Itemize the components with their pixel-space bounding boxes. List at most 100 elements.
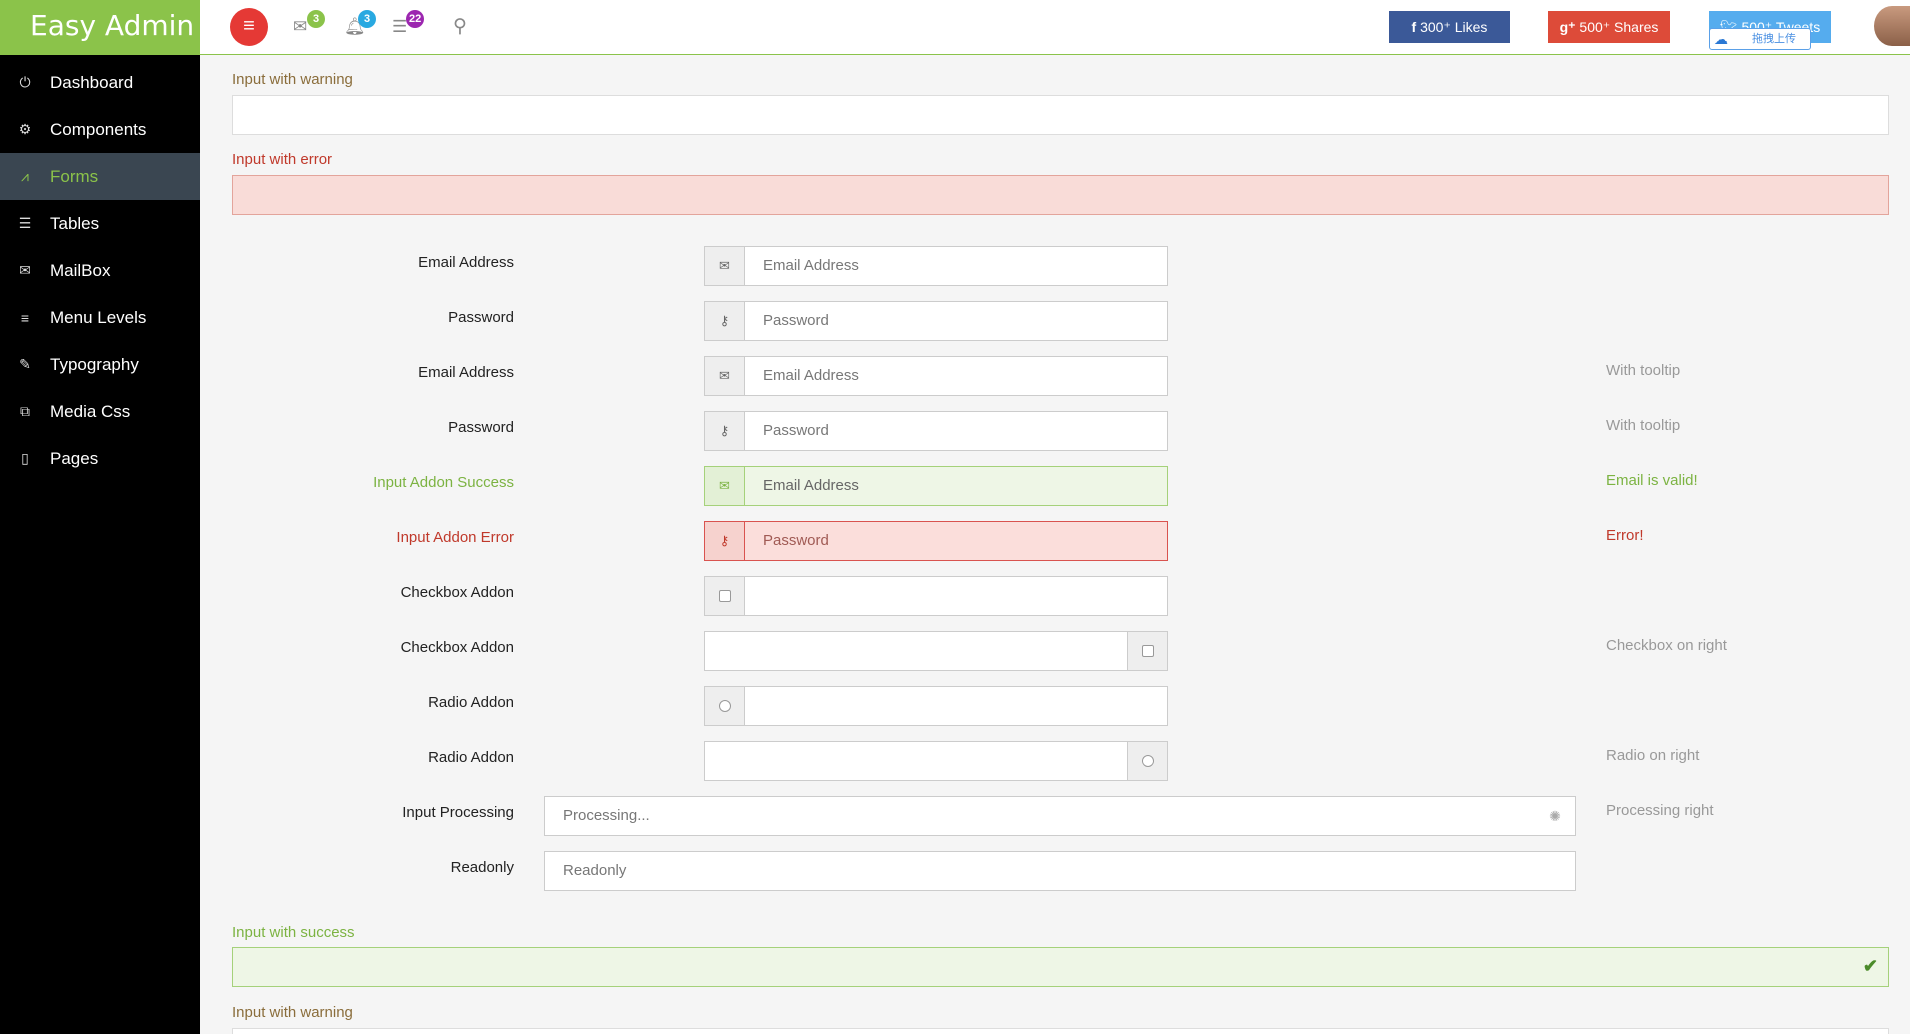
- facebook-likes-label: 300⁺ Likes: [1420, 19, 1488, 35]
- sidebar-item-tables[interactable]: ☰ Tables: [0, 200, 200, 247]
- warning-input[interactable]: [232, 95, 1889, 135]
- radio-addon-input[interactable]: [705, 742, 1127, 780]
- checkbox-addon-group: [704, 576, 1168, 616]
- password-label: Password: [448, 309, 514, 326]
- facebook-likes-button[interactable]: f 300⁺ Likes: [1389, 11, 1510, 43]
- envelope-icon: ✉: [19, 262, 31, 278]
- avatar[interactable]: [1874, 6, 1910, 46]
- processing-help-text: Processing right: [1606, 802, 1714, 819]
- checkbox-addon[interactable]: [705, 577, 745, 615]
- sidebar-item-label: MailBox: [50, 260, 111, 280]
- password-field[interactable]: Password: [745, 302, 1167, 340]
- success-input[interactable]: ✔: [232, 947, 1889, 987]
- key-icon: ⚷: [705, 522, 745, 560]
- processing-input[interactable]: Processing...: [545, 797, 1535, 835]
- password-input-group-tooltip[interactable]: ⚷ Password: [704, 411, 1168, 451]
- checkbox[interactable]: [718, 590, 731, 602]
- brand-logo[interactable]: Easy Admin: [0, 0, 200, 55]
- envelope-icon: ✉: [705, 247, 745, 285]
- menu-levels-icon: ≡: [20, 309, 30, 326]
- password-field[interactable]: Password: [745, 412, 1167, 450]
- email-field[interactable]: Email Address: [745, 357, 1167, 395]
- mail-notification-button[interactable]: ✉ 3: [293, 10, 325, 37]
- bell-count-badge: 3: [358, 10, 376, 28]
- error-input[interactable]: [232, 175, 1889, 215]
- menu-toggle-button[interactable]: ≡: [230, 8, 268, 46]
- sidebar-item-label: Components: [50, 119, 147, 139]
- readonly-input: Readonly: [563, 862, 627, 879]
- radio-addon[interactable]: [1127, 742, 1167, 780]
- input-addon-error-label: Input Addon Error: [396, 529, 514, 546]
- list-icon: ☰: [392, 17, 408, 36]
- email-input-group-tooltip[interactable]: ✉ Email Address: [704, 356, 1168, 396]
- spinner-icon: ✺: [1549, 807, 1561, 824]
- checkbox-addon-input[interactable]: [745, 577, 1167, 615]
- sidebar-item-label: Typography: [50, 354, 139, 374]
- tasks-count-badge: 22: [406, 10, 425, 28]
- radio-button[interactable]: [1141, 755, 1154, 767]
- processing-input-group[interactable]: Processing... ✺: [544, 796, 1576, 836]
- email-field[interactable]: Email Address: [745, 247, 1167, 285]
- error-input-group[interactable]: ⚷ Password: [704, 521, 1168, 561]
- sidebar-item-media-css[interactable]: ⧉ Media Css: [0, 388, 200, 435]
- sidebar-item-label: Tables: [50, 213, 100, 233]
- gear-icon: ⚙: [18, 121, 32, 137]
- radio-addon-input[interactable]: [745, 687, 1167, 725]
- envelope-icon: ✉: [705, 467, 745, 505]
- radio-button[interactable]: [718, 700, 731, 712]
- chart-icon: ⩘: [21, 168, 29, 184]
- sidebar-item-typography[interactable]: ✎ Typography: [0, 341, 200, 388]
- topbar: ≡ ✉ 3 🔔︎ 3 ☰ 22 ⚲ f 300⁺ Likes g⁺ 500⁺ S…: [200, 0, 1910, 55]
- gplus-shares-button[interactable]: g⁺ 500⁺ Shares: [1548, 11, 1670, 43]
- input-addon-success-label: Input Addon Success: [373, 474, 514, 491]
- email-input-group[interactable]: ✉ Email Address: [704, 246, 1168, 286]
- checkbox[interactable]: [1141, 645, 1154, 657]
- gplus-shares-label: 500⁺ Shares: [1579, 19, 1659, 35]
- success-input-label: Input with success: [232, 924, 355, 941]
- tasks-notification-button[interactable]: ☰ 22: [392, 10, 425, 37]
- sidebar-item-dashboard[interactable]: ⏻ Dashboard: [0, 59, 200, 106]
- radio-addon-label: Radio Addon: [428, 694, 514, 711]
- sidebar-item-mailbox[interactable]: ✉ MailBox: [0, 247, 200, 294]
- sidebar-item-label: Pages: [50, 448, 99, 468]
- power-icon: ⏻: [19, 74, 31, 90]
- book-icon: ▯: [21, 450, 29, 466]
- success-input-group[interactable]: ✉ Email Address: [704, 466, 1168, 506]
- sidebar-item-label: Media Css: [50, 401, 131, 421]
- warning-input-label: Input with warning: [232, 1004, 353, 1021]
- pencil-icon: ✎: [19, 356, 31, 372]
- email-field[interactable]: Email Address: [745, 467, 1167, 505]
- checkbox-right-help-text: Checkbox on right: [1606, 637, 1727, 654]
- warning-input[interactable]: [232, 1028, 1889, 1034]
- email-address-label: Email Address: [418, 364, 514, 381]
- tooltip-help-text: With tooltip: [1606, 362, 1681, 379]
- checkbox-addon-right-group: [704, 631, 1168, 671]
- password-input-group[interactable]: ⚷ Password: [704, 301, 1168, 341]
- readonly-label: Readonly: [450, 859, 514, 876]
- sidebar-item-components[interactable]: ⚙ Components: [0, 106, 200, 153]
- upload-widget-button[interactable]: ☁ 拖拽上传: [1709, 28, 1811, 50]
- bell-notification-button[interactable]: 🔔︎ 3: [344, 10, 376, 37]
- radio-addon[interactable]: [705, 687, 745, 725]
- checkbox-addon-label: Checkbox Addon: [400, 639, 514, 656]
- input-processing-label: Input Processing: [402, 804, 514, 821]
- search-icon[interactable]: ⚲: [453, 15, 467, 38]
- sidebar-item-forms[interactable]: ⩘ Forms: [0, 153, 200, 200]
- sidebar-item-label: Forms: [50, 166, 99, 186]
- radio-addon-group: [704, 686, 1168, 726]
- radio-addon-right-group: [704, 741, 1168, 781]
- sidebar-item-pages[interactable]: ▯ Pages: [0, 435, 200, 482]
- success-help-text: Email is valid!: [1606, 472, 1698, 489]
- checkbox-addon-input[interactable]: [705, 632, 1127, 670]
- upload-widget-label: 拖拽上传: [1752, 33, 1796, 45]
- sidebar-item-menu-levels[interactable]: ≡ Menu Levels: [0, 294, 200, 341]
- key-icon: ⚷: [705, 412, 745, 450]
- sidebar-item-label: Menu Levels: [50, 307, 147, 327]
- gplus-icon: g⁺: [1559, 19, 1580, 35]
- checkmark-icon: ✔: [1862, 956, 1878, 976]
- media-icon: ⧉: [20, 403, 30, 419]
- key-icon: ⚷: [705, 302, 745, 340]
- checkbox-addon[interactable]: [1127, 632, 1167, 670]
- checkbox-addon-label: Checkbox Addon: [400, 584, 514, 601]
- password-field[interactable]: Password: [745, 522, 1167, 560]
